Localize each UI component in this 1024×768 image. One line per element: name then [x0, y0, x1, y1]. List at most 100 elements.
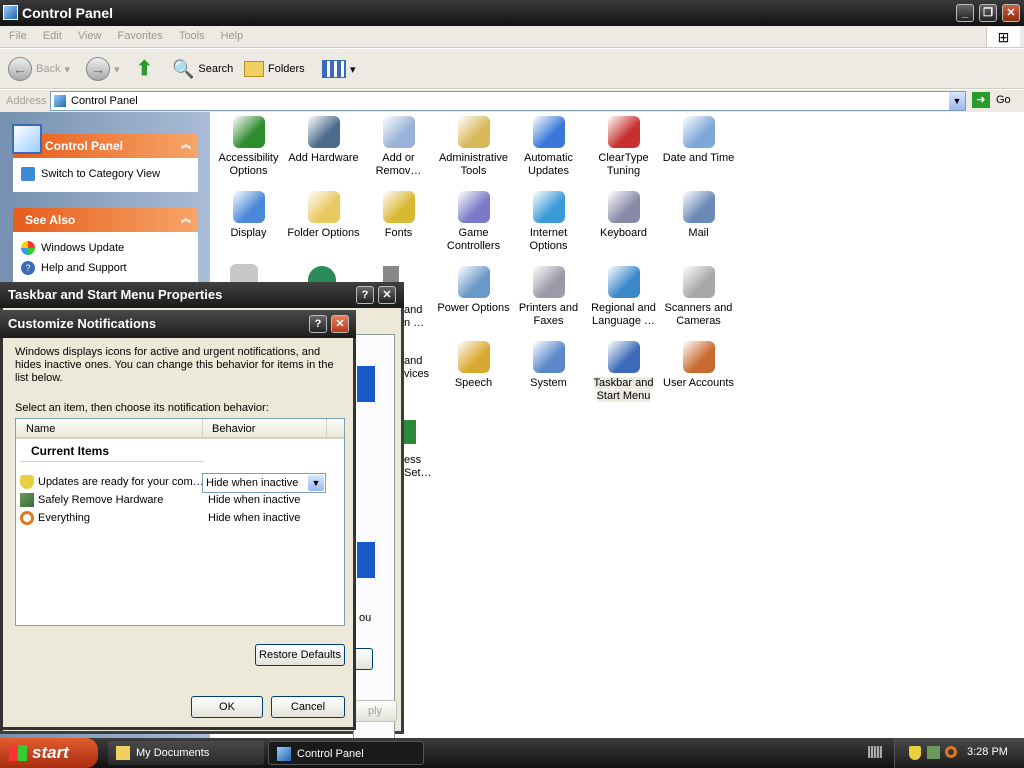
- behavior-dropdown[interactable]: Hide when inactive ▼: [202, 473, 326, 493]
- shield-icon[interactable]: [909, 746, 921, 760]
- cancel-button[interactable]: Cancel: [271, 696, 345, 718]
- control-panel-item[interactable]: Add or Remov…: [361, 116, 436, 178]
- control-panel-item[interactable]: Folder Options: [286, 191, 361, 240]
- customize-button[interactable]: [353, 648, 373, 670]
- control-panel-large-icon: [12, 124, 42, 154]
- forward-arrow-icon: →: [86, 57, 110, 81]
- taskbar-item-my-documents[interactable]: My Documents: [108, 741, 264, 765]
- forward-dropdown-icon[interactable]: ▾: [114, 63, 120, 76]
- help-support-link[interactable]: ? Help and Support: [21, 258, 190, 278]
- window-title-bar[interactable]: Control Panel _ ❐ ✕: [0, 0, 1024, 26]
- help-button[interactable]: ?: [309, 315, 327, 333]
- column-header-name[interactable]: Name: [26, 423, 55, 435]
- control-panel-item[interactable]: Internet Options: [511, 191, 586, 253]
- menu-tools[interactable]: Tools: [170, 26, 205, 42]
- toolbar: ← Back ▾ → ▾ ⬆ 🔍 Search Folders ▾: [0, 49, 1024, 89]
- restore-button[interactable]: ❐: [979, 4, 997, 22]
- back-button[interactable]: ← Back ▾: [8, 55, 70, 83]
- switch-category-view-link[interactable]: Switch to Category View: [21, 164, 190, 184]
- control-panel-item[interactable]: Printers and Faxes: [511, 266, 586, 328]
- control-panel-item[interactable]: Power Options: [436, 266, 511, 315]
- control-panel-item[interactable]: Date and Time: [661, 116, 736, 165]
- list-item[interactable]: Updates are ready for your com…: [20, 473, 204, 491]
- up-button[interactable]: ⬆: [136, 55, 158, 83]
- taskbar-properties-title-bar[interactable]: Taskbar and Start Menu Properties ? ✕: [0, 282, 404, 308]
- close-button[interactable]: ✕: [378, 286, 396, 304]
- minimize-button[interactable]: _: [956, 4, 974, 22]
- collapse-chevron-icon[interactable]: ︽: [181, 208, 191, 232]
- control-panel-item[interactable]: Keyboard: [586, 191, 661, 240]
- go-arrow-icon: ➜: [972, 92, 990, 108]
- partial-icon: [404, 420, 416, 444]
- go-label: Go: [996, 94, 1011, 106]
- see-also-panel-header[interactable]: See Also ︽: [13, 208, 198, 232]
- switch-category-view-label: Switch to Category View: [41, 168, 161, 180]
- help-button[interactable]: ?: [356, 286, 374, 304]
- control-panel-item[interactable]: System: [511, 341, 586, 390]
- control-panel-item-label: Taskbar and Start Menu: [593, 377, 654, 402]
- item-name: Everything: [38, 512, 90, 524]
- list-item[interactable]: Everything: [20, 509, 90, 527]
- back-label: Back: [36, 63, 61, 75]
- ok-button[interactable]: OK: [191, 696, 263, 718]
- forward-button[interactable]: → ▾: [86, 55, 120, 83]
- group-header: Current Items: [31, 444, 110, 458]
- taskbar-item-label: My Documents: [136, 747, 210, 759]
- column-header-behavior[interactable]: Behavior: [202, 419, 255, 439]
- control-panel-item[interactable]: Regional and Language …: [586, 266, 661, 328]
- menu-favorites[interactable]: Favorites: [109, 26, 163, 42]
- keyboard-tray-icon[interactable]: [868, 746, 882, 758]
- control-panel-item[interactable]: Mail: [661, 191, 736, 240]
- list-item[interactable]: Safely Remove Hardware: [20, 491, 163, 509]
- accessibility-icon: [232, 116, 265, 148]
- add-hardware-icon: [307, 116, 340, 148]
- control-panel-item[interactable]: Administrative Tools: [436, 116, 511, 178]
- power-options-icon: [457, 266, 490, 298]
- back-dropdown-icon[interactable]: ▾: [64, 63, 70, 76]
- control-panel-item[interactable]: Scanners and Cameras: [661, 266, 736, 328]
- control-panel-item[interactable]: Taskbar and Start Menu: [586, 341, 661, 403]
- menu-view[interactable]: View: [69, 26, 102, 42]
- partial-icon-label: and: [404, 355, 423, 367]
- collapse-chevron-icon[interactable]: ︽: [181, 134, 191, 158]
- control-panel-item[interactable]: Add Hardware: [286, 116, 361, 165]
- restore-defaults-label: Restore Defaults: [259, 649, 341, 661]
- control-panel-small-icon: [54, 95, 66, 107]
- apply-button[interactable]: ply: [353, 700, 397, 722]
- start-button[interactable]: start: [0, 738, 98, 768]
- close-button[interactable]: ✕: [331, 315, 349, 333]
- control-panel-item[interactable]: ClearType Tuning: [586, 116, 661, 178]
- restore-defaults-button[interactable]: Restore Defaults: [255, 644, 345, 666]
- menu-edit[interactable]: Edit: [34, 26, 62, 42]
- control-panel-item[interactable]: Speech: [436, 341, 511, 390]
- menu-help[interactable]: Help: [212, 26, 244, 42]
- clock[interactable]: 3:28 PM: [967, 746, 1008, 758]
- windows-update-link[interactable]: Windows Update: [21, 238, 190, 258]
- game-controllers-icon: [457, 191, 490, 223]
- control-panel-item[interactable]: Automatic Updates: [511, 116, 586, 178]
- folders-button[interactable]: Folders: [244, 55, 305, 83]
- address-input[interactable]: Control Panel ▼: [50, 91, 966, 111]
- control-panel-item[interactable]: Accessibility Options: [211, 116, 286, 178]
- magnifier-icon[interactable]: [945, 746, 957, 758]
- control-panel-panel-body: Switch to Category View: [13, 158, 198, 192]
- control-panel-item-label: Regional and Language …: [591, 302, 656, 327]
- customize-notifications-title-bar[interactable]: Customize Notifications ? ✕: [0, 310, 356, 338]
- views-button[interactable]: ▾: [322, 55, 356, 83]
- control-panel-item[interactable]: Game Controllers: [436, 191, 511, 253]
- address-label: Address: [6, 95, 47, 107]
- search-button[interactable]: 🔍 Search: [172, 55, 233, 83]
- internet-options-icon: [532, 191, 565, 223]
- close-button[interactable]: ✕: [1002, 4, 1020, 22]
- notification-list[interactable]: Name Behavior Current Items Updates are …: [15, 418, 345, 626]
- list-header: Name Behavior: [16, 419, 344, 439]
- taskbar-item-control-panel[interactable]: Control Panel: [268, 741, 424, 765]
- hardware-icon[interactable]: [927, 746, 940, 759]
- go-button[interactable]: ➜ Go: [972, 92, 1011, 108]
- control-panel-item[interactable]: User Accounts: [661, 341, 736, 390]
- address-dropdown-icon[interactable]: ▼: [949, 92, 965, 110]
- control-panel-item[interactable]: Display: [211, 191, 286, 240]
- control-panel-item[interactable]: Fonts: [361, 191, 436, 240]
- menu-file[interactable]: File: [0, 26, 27, 42]
- chevron-down-icon[interactable]: ▼: [308, 475, 324, 491]
